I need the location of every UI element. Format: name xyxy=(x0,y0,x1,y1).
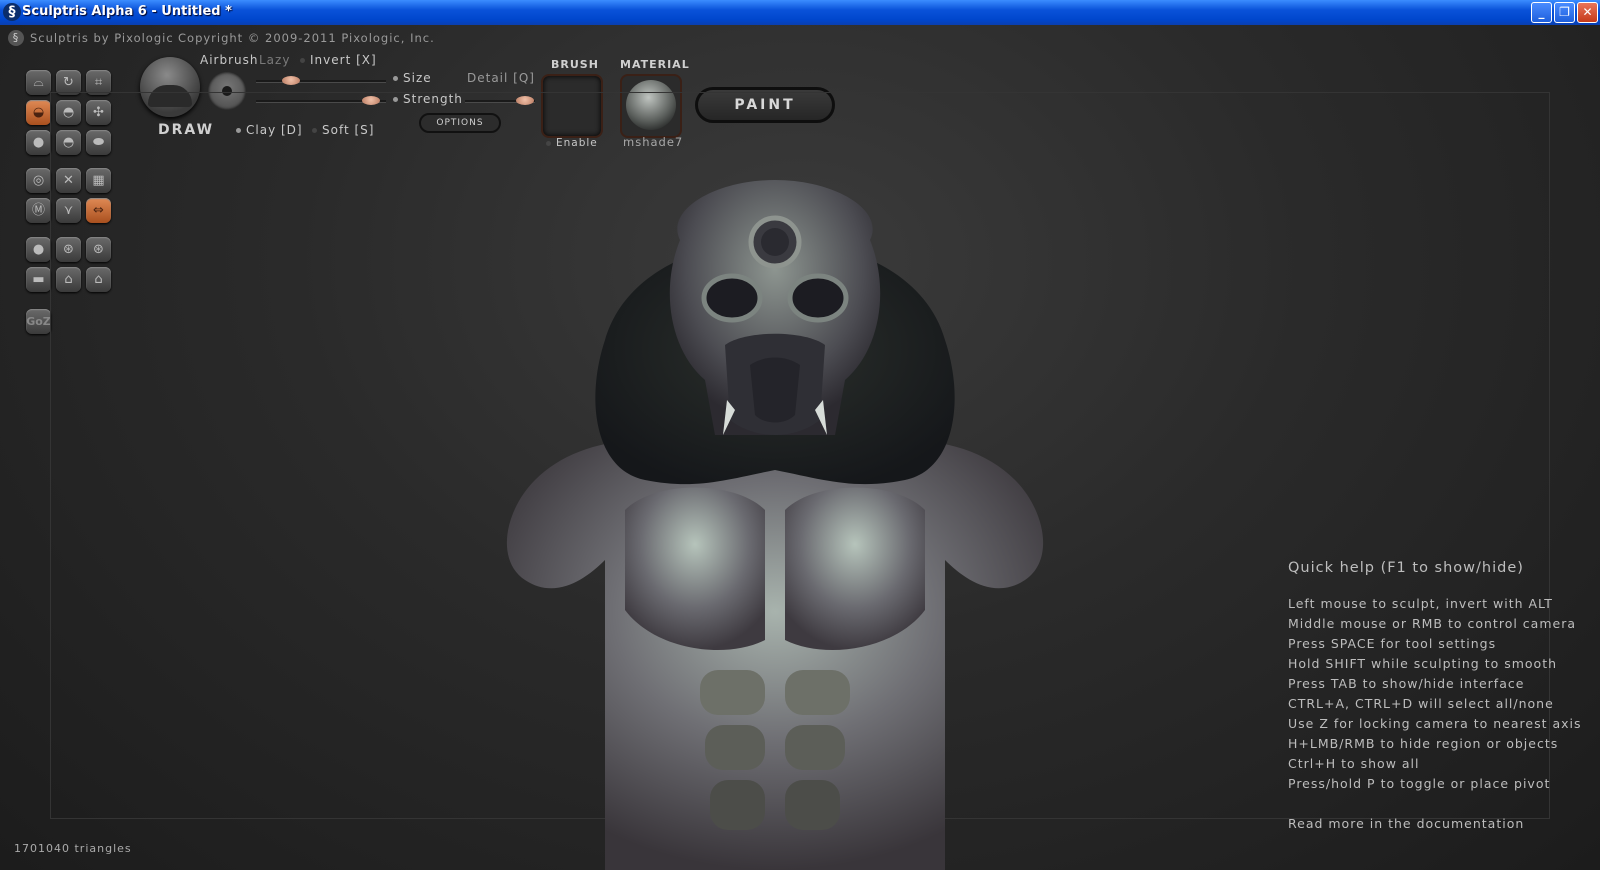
help-line: Press TAB to show/hide interface xyxy=(1288,676,1525,691)
wire-tool-icon[interactable]: Ⓜ xyxy=(26,198,51,223)
plane-tool-icon[interactable]: ▬ xyxy=(26,267,51,292)
brand-text: Sculptris by Pixologic xyxy=(30,31,174,45)
sculpt-model[interactable] xyxy=(495,180,1055,870)
quick-help-title: Quick help (F1 to show/hide) xyxy=(1288,560,1524,576)
size-slider-track[interactable] xyxy=(256,80,386,82)
header-bar: § Sculptris by Pixologic Copyright © 200… xyxy=(0,25,1600,51)
crease-tool-icon[interactable]: ● xyxy=(26,130,51,155)
help-line: H+LMB/RMB to hide region or objects xyxy=(1288,736,1559,751)
invert-toggle[interactable]: Invert [X] xyxy=(300,53,377,67)
size-label: Size xyxy=(403,71,432,85)
help-line: Hold SHIFT while sculpting to smooth xyxy=(1288,656,1558,671)
invert-label: Invert [X] xyxy=(310,53,377,67)
help-line: Middle mouse or RMB to control camera xyxy=(1288,616,1576,631)
window-title-bar: § Sculptris Alpha 6 - Untitled * _ ❐ ✕ xyxy=(0,0,1600,25)
draw-tool-icon[interactable]: ⌓ xyxy=(26,70,51,95)
goz-button[interactable]: GoZ xyxy=(26,309,51,334)
size-option[interactable]: Size xyxy=(393,71,432,85)
help-line: Press SPACE for tool settings xyxy=(1288,636,1497,651)
brush-title: BRUSH xyxy=(551,58,599,71)
documentation-link[interactable]: Read more in the documentation xyxy=(1288,816,1598,836)
sphere-tool-icon[interactable]: ● xyxy=(26,237,51,262)
detail-label: Detail [Q] xyxy=(467,71,535,85)
material-title: MATERIAL xyxy=(620,58,690,71)
clay-tool-icon[interactable]: ◒ xyxy=(26,100,51,125)
sculptris-logo-icon: § xyxy=(3,3,21,21)
airbrush-label: Airbrush xyxy=(200,53,259,67)
help-line: Left mouse to sculpt, invert with ALT xyxy=(1288,596,1553,611)
help-line: Ctrl+H to show all xyxy=(1288,756,1420,771)
grab-tool-icon[interactable]: ◎ xyxy=(26,168,51,193)
lazy-label[interactable]: Lazy xyxy=(259,53,290,67)
pixologic-logo-icon: § xyxy=(8,30,24,46)
copyright-text: Copyright © 2009-2011 Pixologic, Inc. xyxy=(178,31,435,45)
help-line: Use Z for locking camera to nearest axis xyxy=(1288,716,1582,731)
minimize-button[interactable]: _ xyxy=(1531,2,1552,23)
invert-radio-icon xyxy=(300,58,305,63)
close-button[interactable]: ✕ xyxy=(1577,2,1598,23)
triangle-count: 1701040 triangles xyxy=(14,842,132,855)
help-line: CTRL+A, CTRL+D will select all/none xyxy=(1288,696,1554,711)
size-slider-knob[interactable] xyxy=(282,76,300,85)
window-title: Sculptris Alpha 6 - Untitled * xyxy=(22,4,232,19)
quick-help-panel: Quick help (F1 to show/hide) Left mouse … xyxy=(1288,560,1598,836)
maximize-button[interactable]: ❐ xyxy=(1554,2,1575,23)
size-radio-icon xyxy=(393,76,398,81)
help-line: Press/hold P to toggle or place pivot xyxy=(1288,776,1551,791)
